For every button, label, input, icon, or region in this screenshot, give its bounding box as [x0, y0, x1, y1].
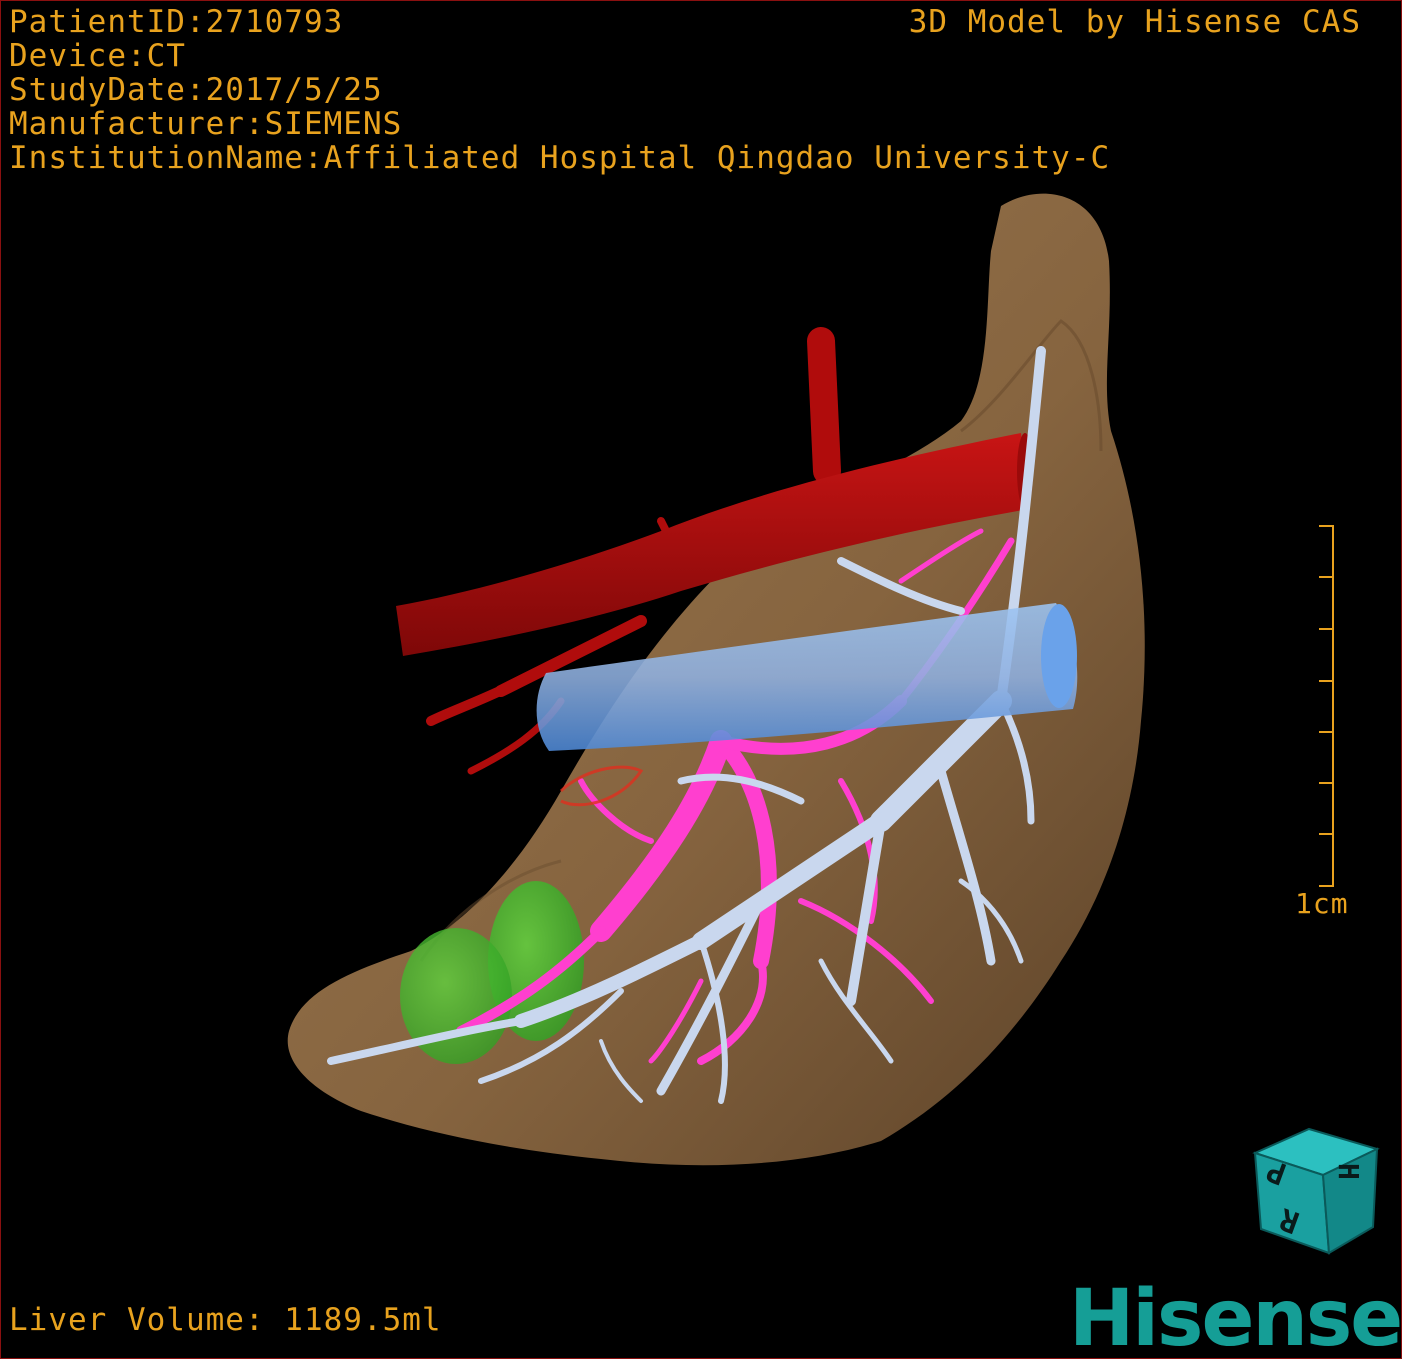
study-date: StudyDate:2017/5/25: [9, 72, 383, 108]
manufacturer: Manufacturer:SIEMENS: [9, 106, 403, 142]
model-credit: 3D Model by Hisense CAS: [908, 4, 1361, 40]
cube-face-h: H: [1332, 1163, 1365, 1180]
scale-bar: [1319, 525, 1334, 887]
orientation-cube-icon[interactable]: P H R: [1247, 1123, 1383, 1259]
institution-name: InstitutionName:Affiliated Hospital Qing…: [9, 140, 1111, 176]
liver-3d-model[interactable]: [1, 1, 1401, 1358]
scale-label: 1cm: [1295, 887, 1349, 920]
vena-cava-end: [1041, 604, 1077, 708]
device-type: Device:CT: [9, 38, 186, 74]
hisense-logo: Hisense: [1069, 1274, 1402, 1359]
3d-viewport[interactable]: PatientID:2710793 Device:CT StudyDate:20…: [0, 0, 1402, 1359]
liver-volume: Liver Volume: 1189.5ml: [9, 1302, 442, 1338]
